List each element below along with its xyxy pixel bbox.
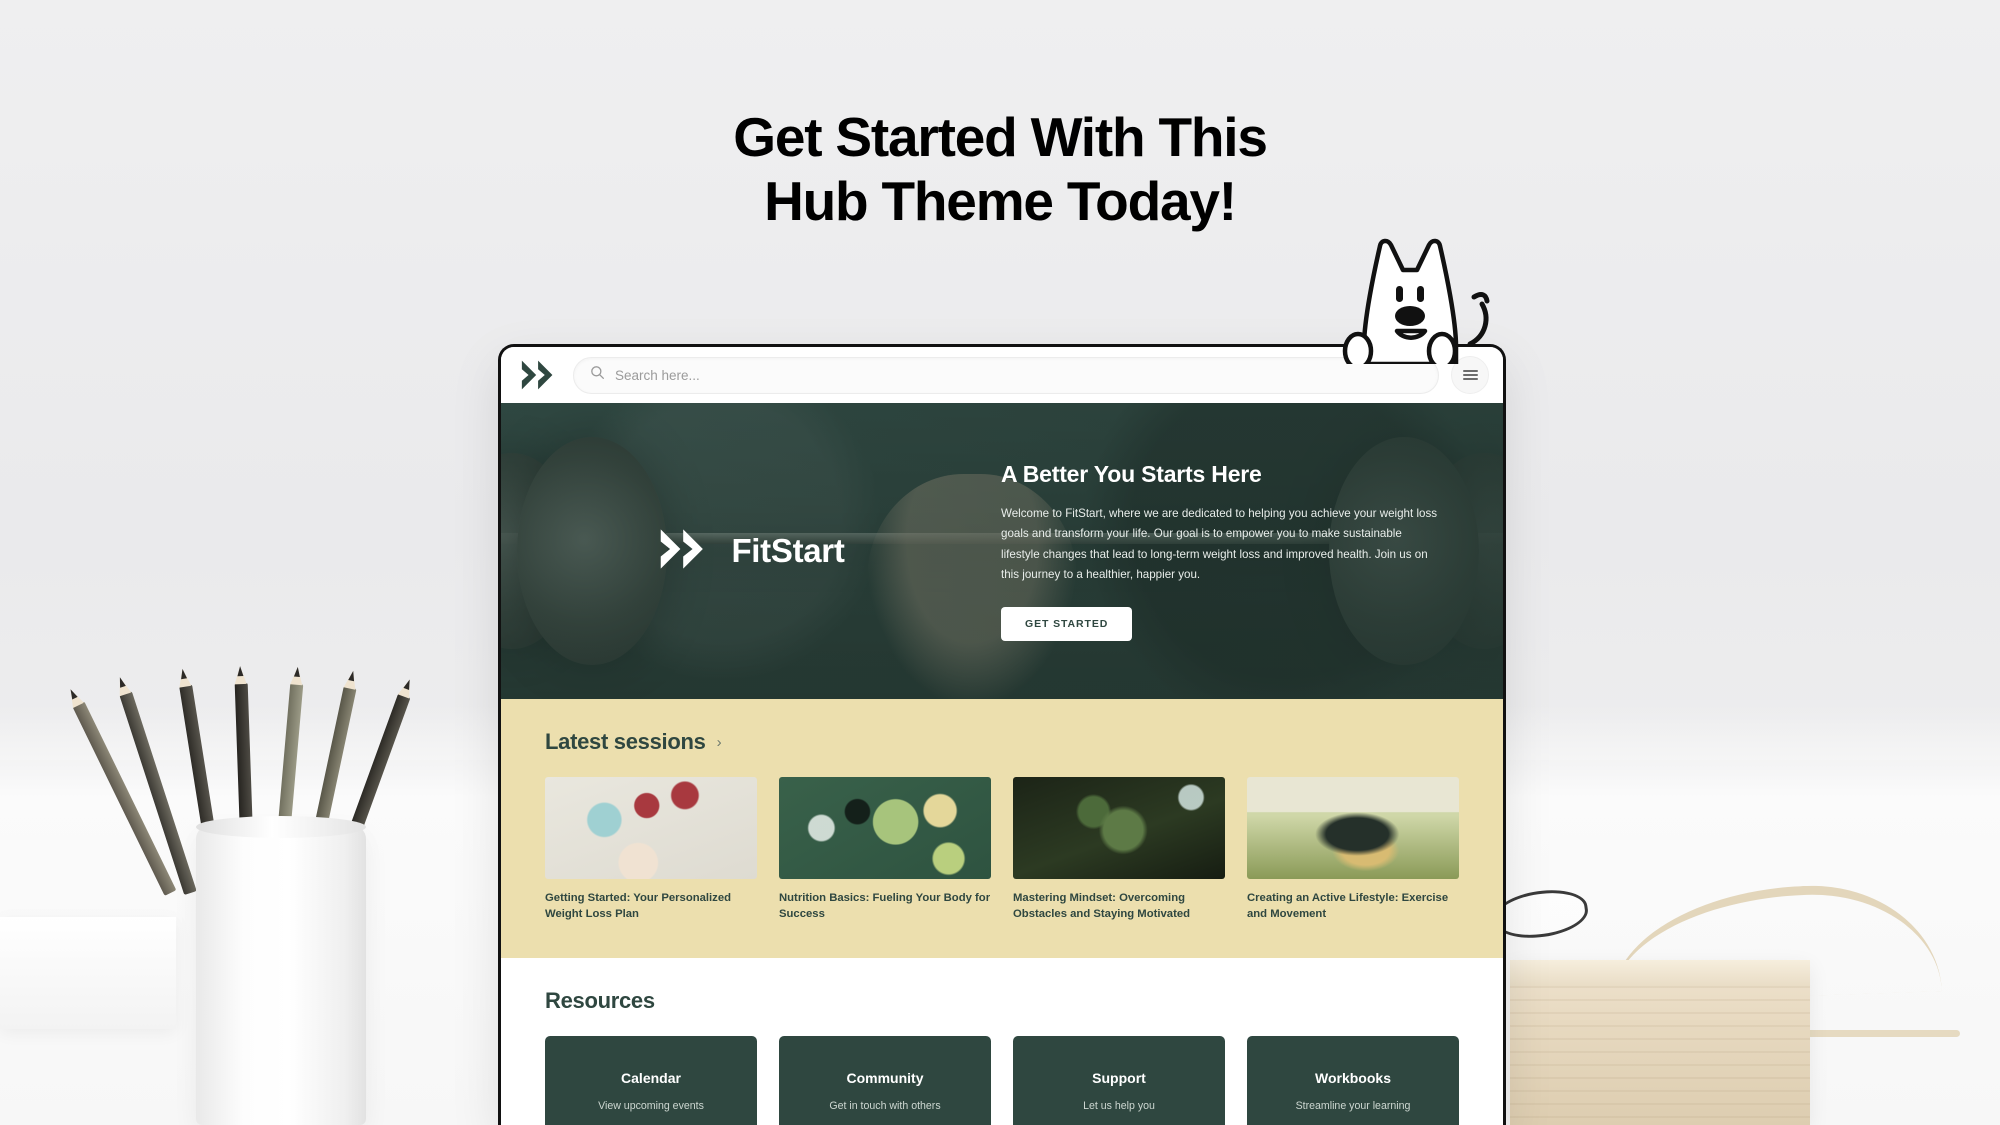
paper-stack — [0, 917, 176, 1029]
resource-card-title: Workbooks — [1315, 1070, 1391, 1087]
pencil-cup — [196, 816, 366, 1125]
resource-card-workbooks[interactable]: Workbooks Streamline your learning — [1247, 1036, 1459, 1125]
session-card-title: Mastering Mindset: Overcoming Obstacles … — [1013, 892, 1191, 921]
resources-heading: Resources — [545, 988, 655, 1014]
latest-sessions-section: Latest sessions › Getting Started: Your … — [501, 699, 1503, 959]
session-thumbnail — [545, 777, 757, 879]
resource-card-title: Support — [1092, 1070, 1146, 1087]
resources-section: Resources Calendar View upcoming events … — [501, 958, 1503, 1125]
hero-copy: A Better You Starts Here Welcome to FitS… — [1001, 461, 1441, 642]
page-title-line-1: Get Started With This — [733, 106, 1268, 168]
latest-sessions-heading: Latest sessions — [545, 729, 706, 754]
page-title-line-2: Hub Theme Today! — [764, 169, 1237, 232]
double-chevron-logo-icon — [657, 526, 715, 577]
session-card[interactable]: Creating an Active Lifestyle: Exercise a… — [1247, 777, 1459, 922]
resource-card-support[interactable]: Support Let us help you — [1013, 1036, 1225, 1125]
resource-card-calendar[interactable]: Calendar View upcoming events — [545, 1036, 757, 1125]
chevron-right-icon[interactable]: › — [717, 734, 722, 751]
latest-sessions-header[interactable]: Latest sessions › — [545, 729, 1459, 755]
session-card-title: Creating an Active Lifestyle: Exercise a… — [1247, 892, 1449, 921]
hero-wordmark: FitStart — [731, 532, 845, 569]
resource-card-desc: View upcoming events — [598, 1100, 704, 1113]
hero-section: FitStart A Better You Starts Here Welcom… — [501, 403, 1503, 699]
session-thumbnail — [1247, 777, 1459, 879]
session-card-title: Nutrition Basics: Fueling Your Body for … — [779, 892, 991, 921]
hero-body: Welcome to FitStart, where we are dedica… — [1001, 506, 1438, 581]
resource-card-title: Calendar — [621, 1070, 681, 1087]
page-title: Get Started With This Hub Theme Today! — [0, 106, 2000, 234]
resource-card-community[interactable]: Community Get in touch with others — [779, 1036, 991, 1125]
session-thumbnail — [779, 777, 991, 879]
session-thumbnail — [1013, 777, 1225, 879]
search-bar[interactable] — [573, 356, 1439, 394]
wood-block — [1510, 960, 1810, 1125]
fox-mascot-icon — [1330, 224, 1510, 371]
session-card[interactable]: Mastering Mindset: Overcoming Obstacles … — [1013, 777, 1225, 922]
browser-window: FitStart A Better You Starts Here Welcom… — [498, 344, 1506, 1125]
session-card-title: Getting Started: Your Personalized Weigh… — [545, 892, 732, 921]
get-started-button[interactable]: GET STARTED — [1001, 607, 1133, 642]
resource-card-desc: Get in touch with others — [829, 1100, 941, 1113]
resource-card-title: Community — [846, 1070, 924, 1087]
resource-card-list: Calendar View upcoming events Community … — [545, 1036, 1459, 1125]
hero-brand: FitStart — [501, 526, 1001, 577]
resource-card-desc: Streamline your learning — [1295, 1100, 1411, 1113]
resource-card-desc: Let us help you — [1083, 1100, 1155, 1113]
hero-heading: A Better You Starts Here — [1001, 460, 1262, 487]
double-chevron-logo-icon[interactable] — [519, 358, 561, 392]
search-input[interactable] — [615, 367, 1422, 383]
session-card[interactable]: Nutrition Basics: Fueling Your Body for … — [779, 777, 991, 922]
search-icon — [590, 365, 605, 385]
session-card-list: Getting Started: Your Personalized Weigh… — [545, 777, 1459, 922]
session-card[interactable]: Getting Started: Your Personalized Weigh… — [545, 777, 757, 922]
